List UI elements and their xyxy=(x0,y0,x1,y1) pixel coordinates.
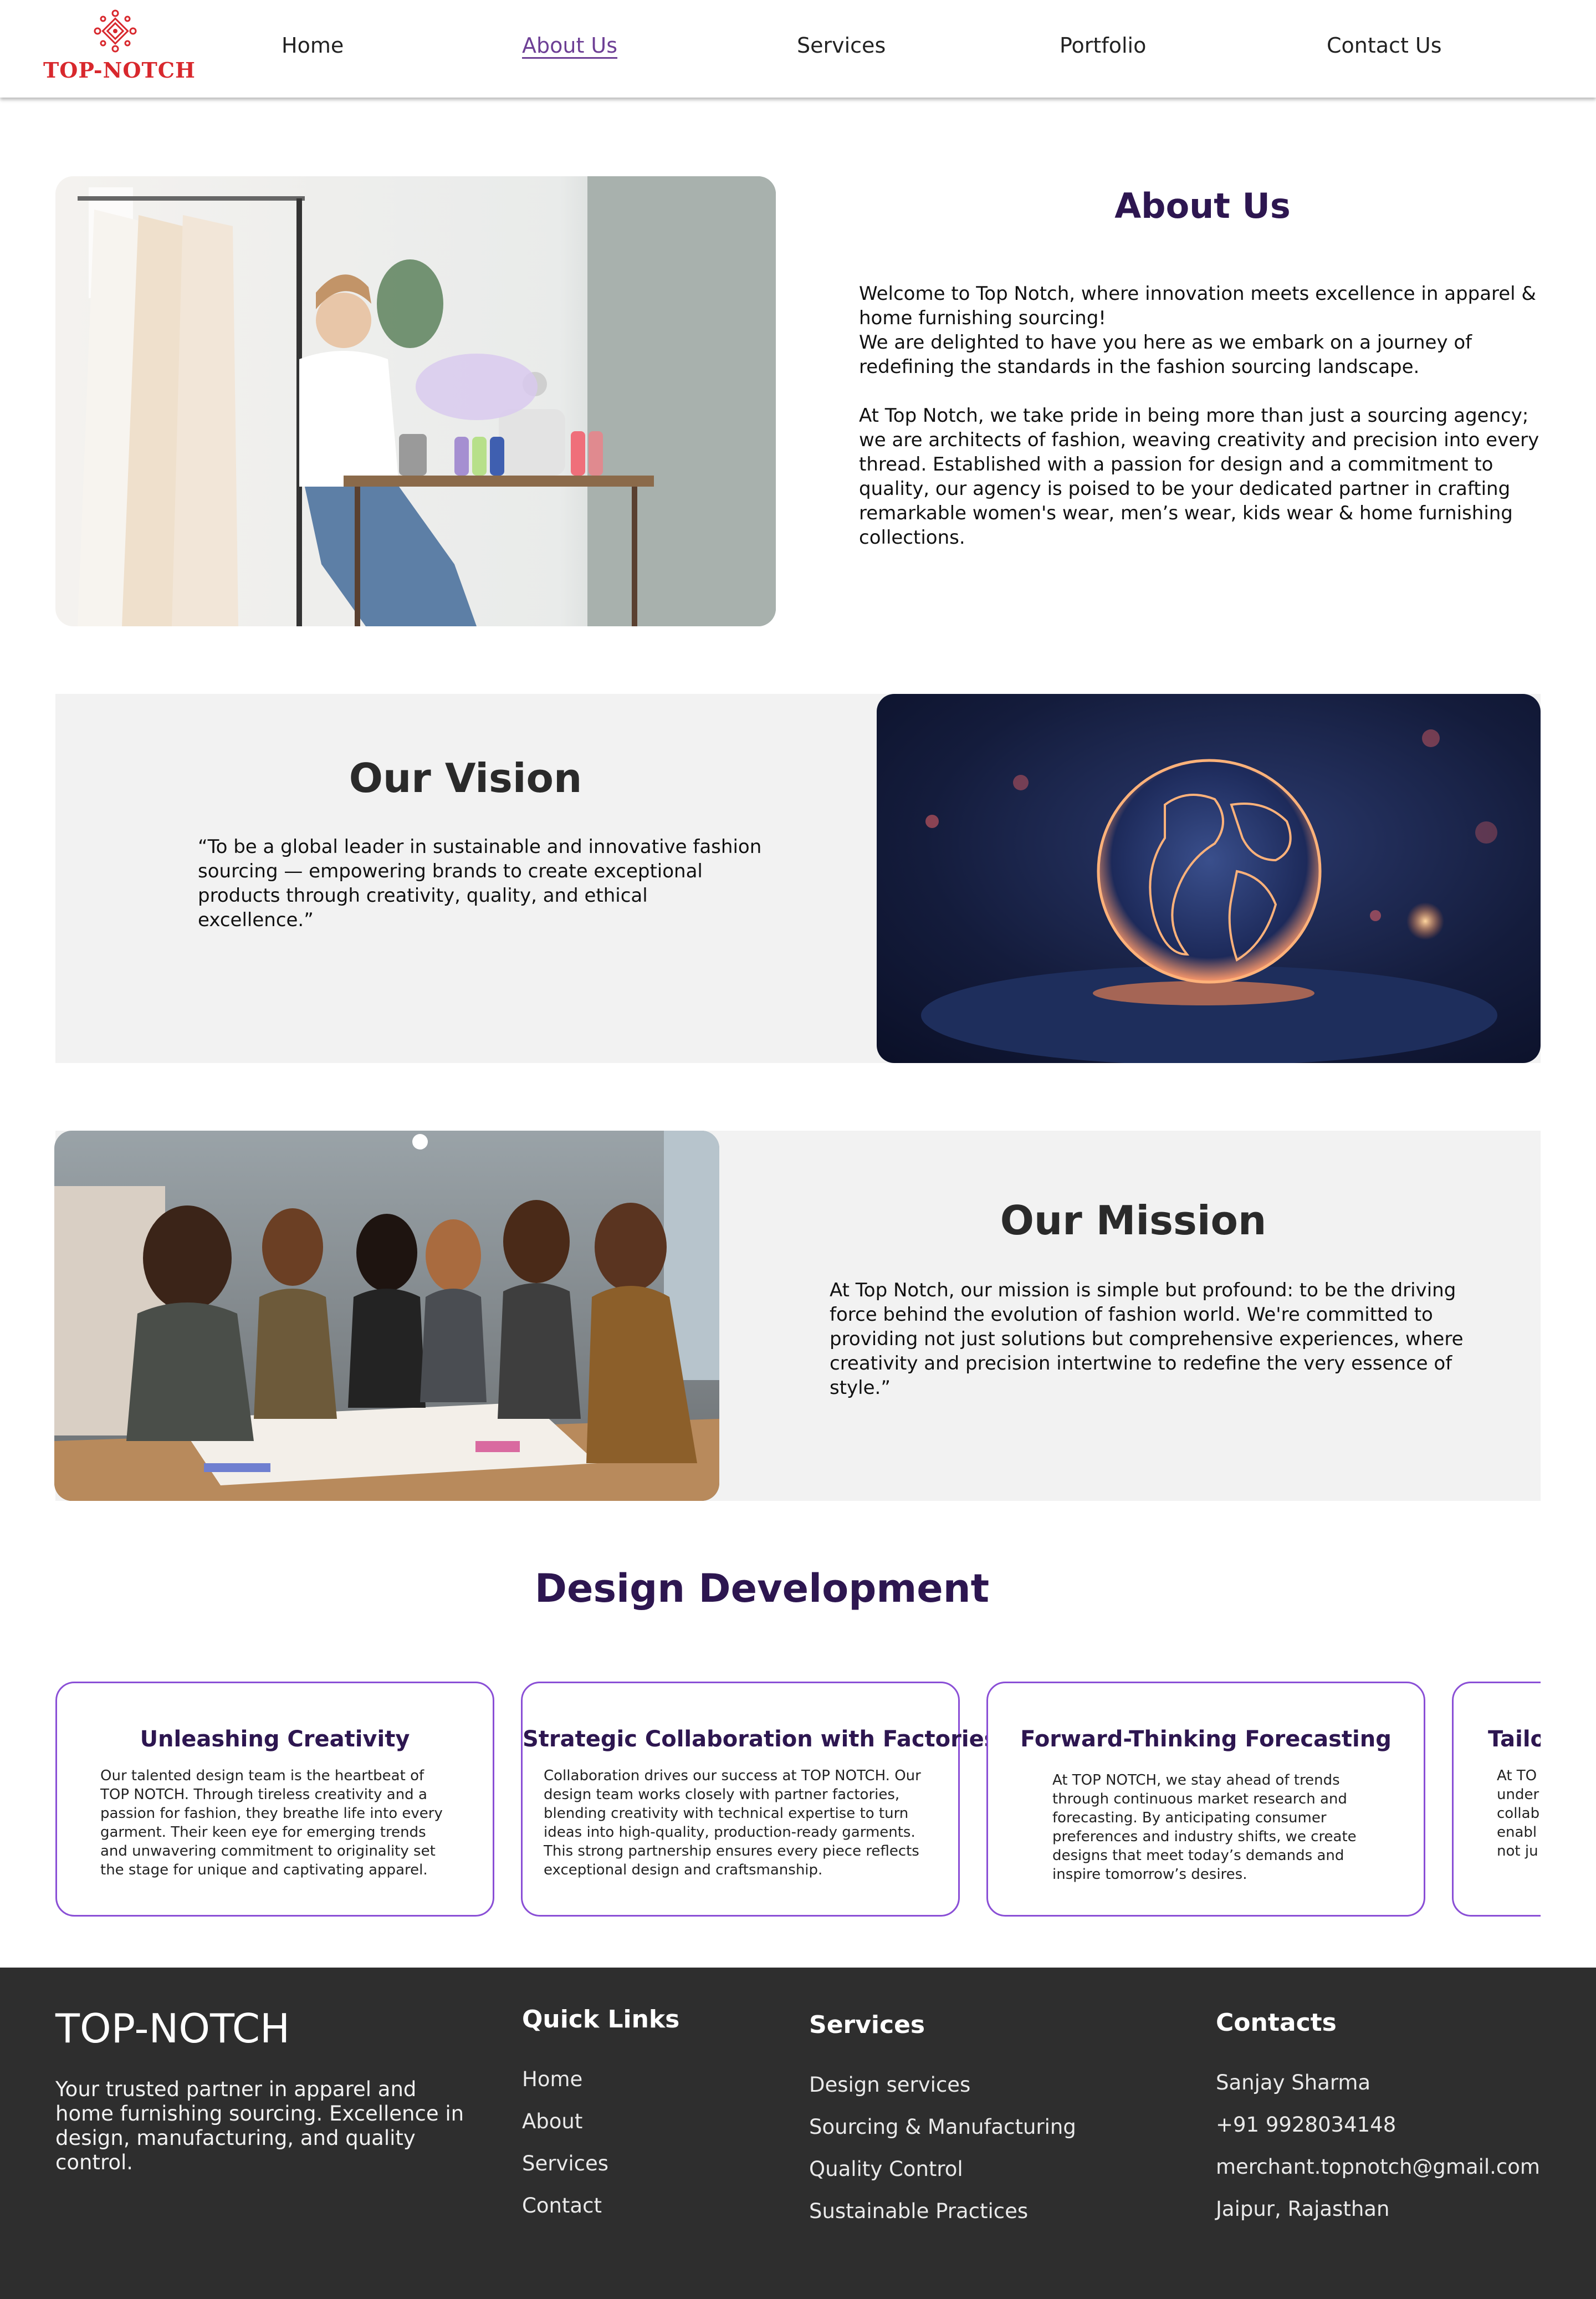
card-body: At TO under collab enabl not ju xyxy=(1497,1767,1540,1859)
about-paragraph-agency: At Top Notch, we take pride in being mor… xyxy=(859,405,1539,549)
card-body: Our talented design team is the heartbea… xyxy=(100,1767,443,1878)
footer-service-design[interactable]: Design services xyxy=(809,2073,970,2097)
footer-link-about[interactable]: About xyxy=(522,2109,582,2133)
about-title: About Us xyxy=(1114,186,1291,226)
nav-contact-us[interactable]: Contact Us xyxy=(1327,33,1442,58)
design-development-title: Design Development xyxy=(534,1566,990,1611)
mission-text: At Top Notch, our mission is simple but … xyxy=(830,1279,1464,1399)
about-paragraph-welcome: Welcome to Top Notch, where innovation m… xyxy=(859,283,1536,378)
card-title: Tailor xyxy=(1488,1726,1541,1752)
footer-service-quality[interactable]: Quality Control xyxy=(809,2157,963,2181)
footer-brand: TOP-NOTCH xyxy=(55,2005,290,2052)
card-body: At TOP NOTCH, we stay ahead of trends th… xyxy=(1052,1772,1357,1883)
footer-contact-phone[interactable]: +91 9928034148 xyxy=(1216,2113,1396,2137)
card-body: Collaboration drives our success at TOP … xyxy=(544,1767,921,1878)
nav-portfolio[interactable]: Portfolio xyxy=(1060,33,1146,58)
footer-link-home[interactable]: Home xyxy=(522,2067,582,2091)
nav-about-us[interactable]: About Us xyxy=(522,33,617,58)
card-strategic-collaboration[interactable]: Strategic Collaboration with Factories C… xyxy=(521,1682,998,1917)
footer-contact-email[interactable]: merchant.topnotch@gmail.com xyxy=(1216,2155,1540,2179)
mission-title: Our Mission xyxy=(1000,1197,1267,1244)
footer-link-services[interactable]: Services xyxy=(522,2152,608,2175)
card-title: Forward-Thinking Forecasting xyxy=(1020,1726,1392,1752)
design-cards-carousel[interactable]: Unleashing Creativity Our talented desig… xyxy=(55,1679,1541,1919)
mission-team-photo xyxy=(54,1131,719,1501)
footer-services-heading: Services xyxy=(809,2011,925,2039)
logo-text: TOP-NOTCH xyxy=(43,58,196,83)
top-navbar: TOP-NOTCH Home About Us Services Portfol… xyxy=(0,0,1596,98)
footer-quick-links-heading: Quick Links xyxy=(522,2005,680,2034)
card-title: Strategic Collaboration with Factories xyxy=(523,1726,998,1752)
footer-contacts-heading: Contacts xyxy=(1216,2009,1337,2037)
card-tailor-partial[interactable]: Tailor At TO under collab enabl not ju xyxy=(1452,1682,1541,1917)
footer-service-sourcing[interactable]: Sourcing & Manufacturing xyxy=(809,2115,1076,2139)
footer-contact-name: Sanjay Sharma xyxy=(1216,2071,1371,2094)
card-unleashing-creativity[interactable]: Unleashing Creativity Our talented desig… xyxy=(55,1682,494,1917)
nav-home[interactable]: Home xyxy=(282,33,344,58)
footer-contact-location: Jaipur, Rajasthan xyxy=(1216,2197,1390,2221)
site-footer: TOP-NOTCH Your trusted partner in appare… xyxy=(0,1968,1596,2299)
nav-services[interactable]: Services xyxy=(797,33,886,58)
footer-link-contact[interactable]: Contact xyxy=(522,2194,602,2218)
footer-tagline: Your trusted partner in apparel and home… xyxy=(55,2077,464,2174)
logo-ornament-icon xyxy=(94,9,137,53)
brand-logo[interactable]: TOP-NOTCH xyxy=(43,9,196,86)
about-photo-designer xyxy=(55,176,776,626)
vision-title: Our Vision xyxy=(349,755,582,801)
card-forward-thinking-forecasting[interactable]: Forward-Thinking Forecasting At TOP NOTC… xyxy=(986,1682,1425,1917)
card-title: Unleashing Creativity xyxy=(140,1726,410,1752)
footer-service-sustainable[interactable]: Sustainable Practices xyxy=(809,2199,1028,2223)
vision-text: “To be a global leader in sustainable an… xyxy=(198,836,762,931)
vision-globe-image xyxy=(877,694,1541,1063)
